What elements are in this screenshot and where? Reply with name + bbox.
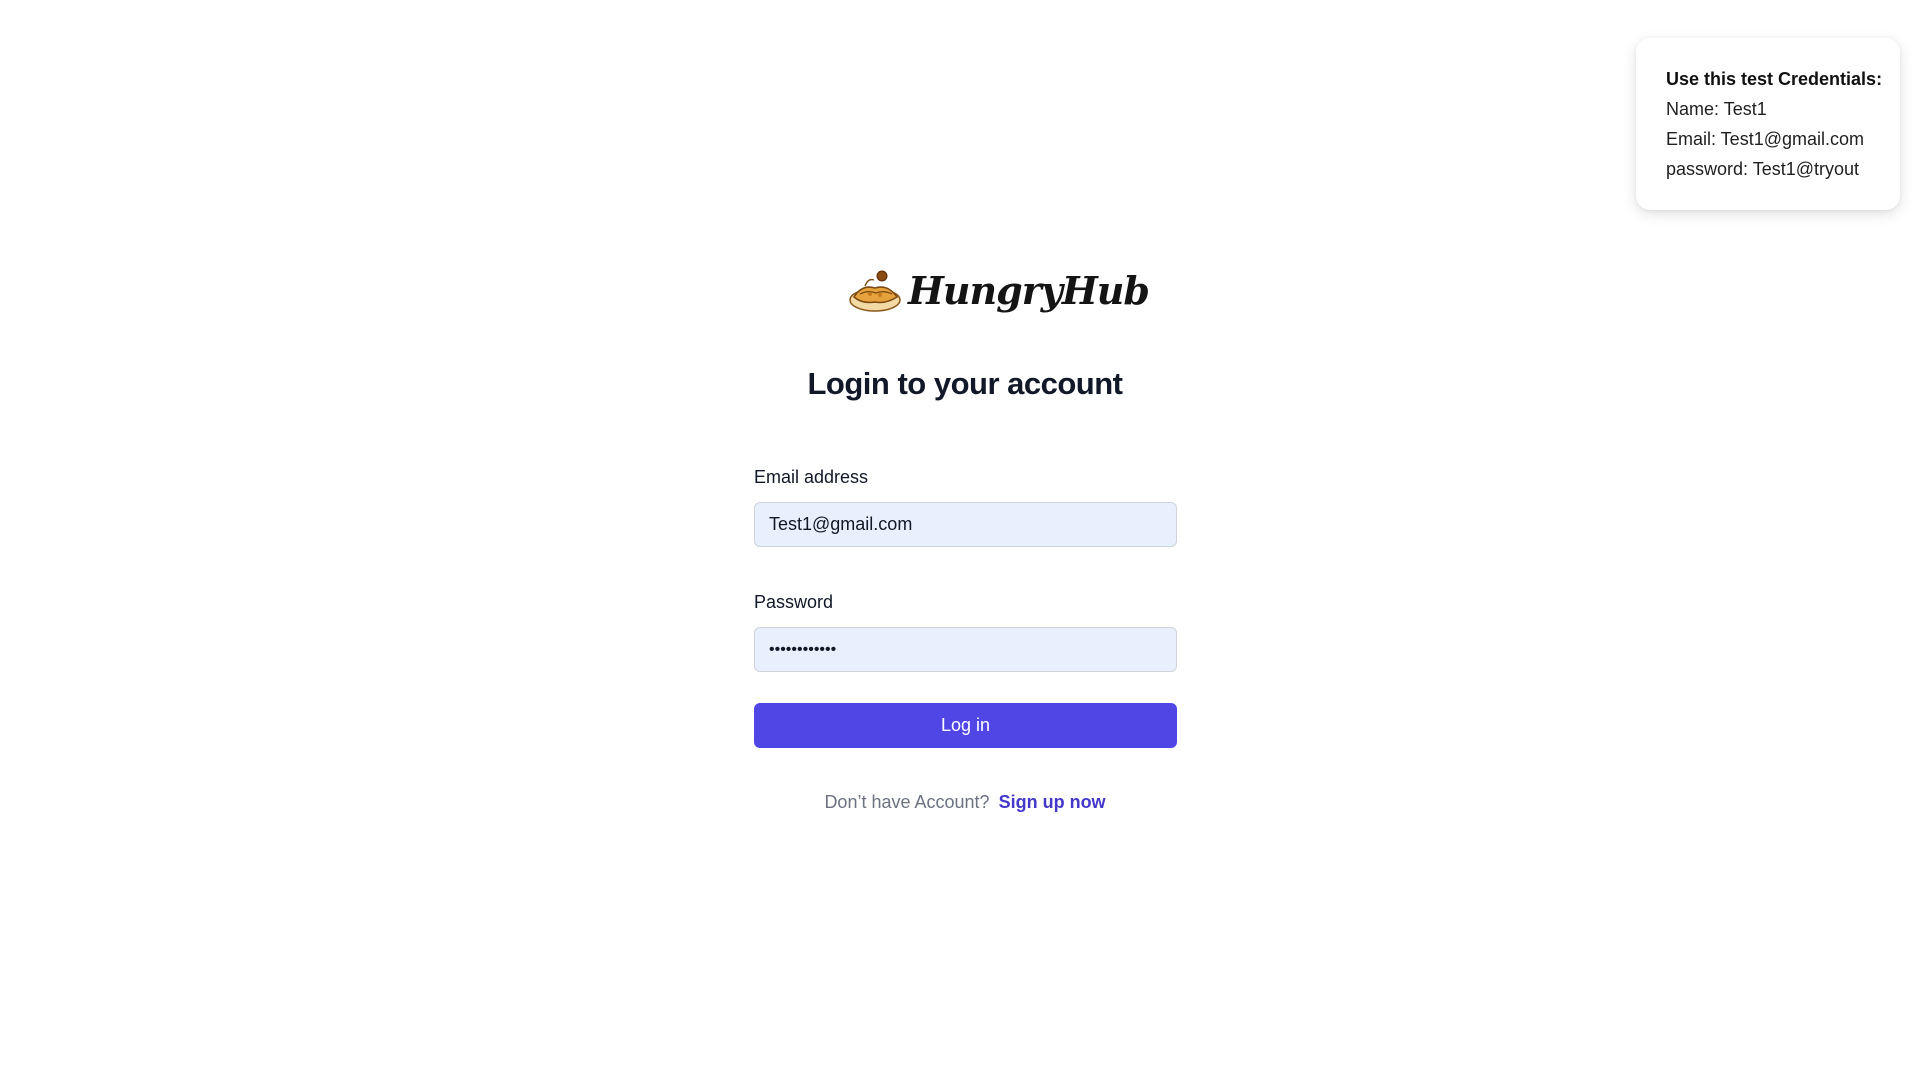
- credentials-name: Name: Test1: [1666, 99, 1767, 119]
- credentials-email: Email: Test1@gmail.com: [1666, 129, 1864, 149]
- signup-link[interactable]: Sign up now: [999, 792, 1106, 812]
- test-credentials-card: Use this test Credentials: Name: Test1 E…: [1636, 38, 1900, 210]
- signup-row: Don’t have Account? Sign up now: [0, 792, 1920, 813]
- signup-prompt: Don’t have Account?: [824, 792, 990, 812]
- password-label: Password: [754, 592, 834, 612]
- app-logo: HungryHub: [848, 258, 1150, 322]
- food-bowl-icon: [849, 270, 901, 312]
- login-form: Email address Password Log in: [754, 462, 1177, 748]
- password-field[interactable]: [754, 627, 1177, 672]
- email-field[interactable]: [754, 502, 1177, 547]
- logo-text: HungryHub: [908, 267, 1150, 313]
- email-label: Email address: [754, 467, 869, 487]
- credentials-title: Use this test Credentials:: [1666, 69, 1883, 89]
- credentials-password: password: Test1@tryout: [1666, 159, 1860, 179]
- login-button[interactable]: Log in: [754, 703, 1177, 748]
- page-title: Login to your account: [807, 366, 1124, 401]
